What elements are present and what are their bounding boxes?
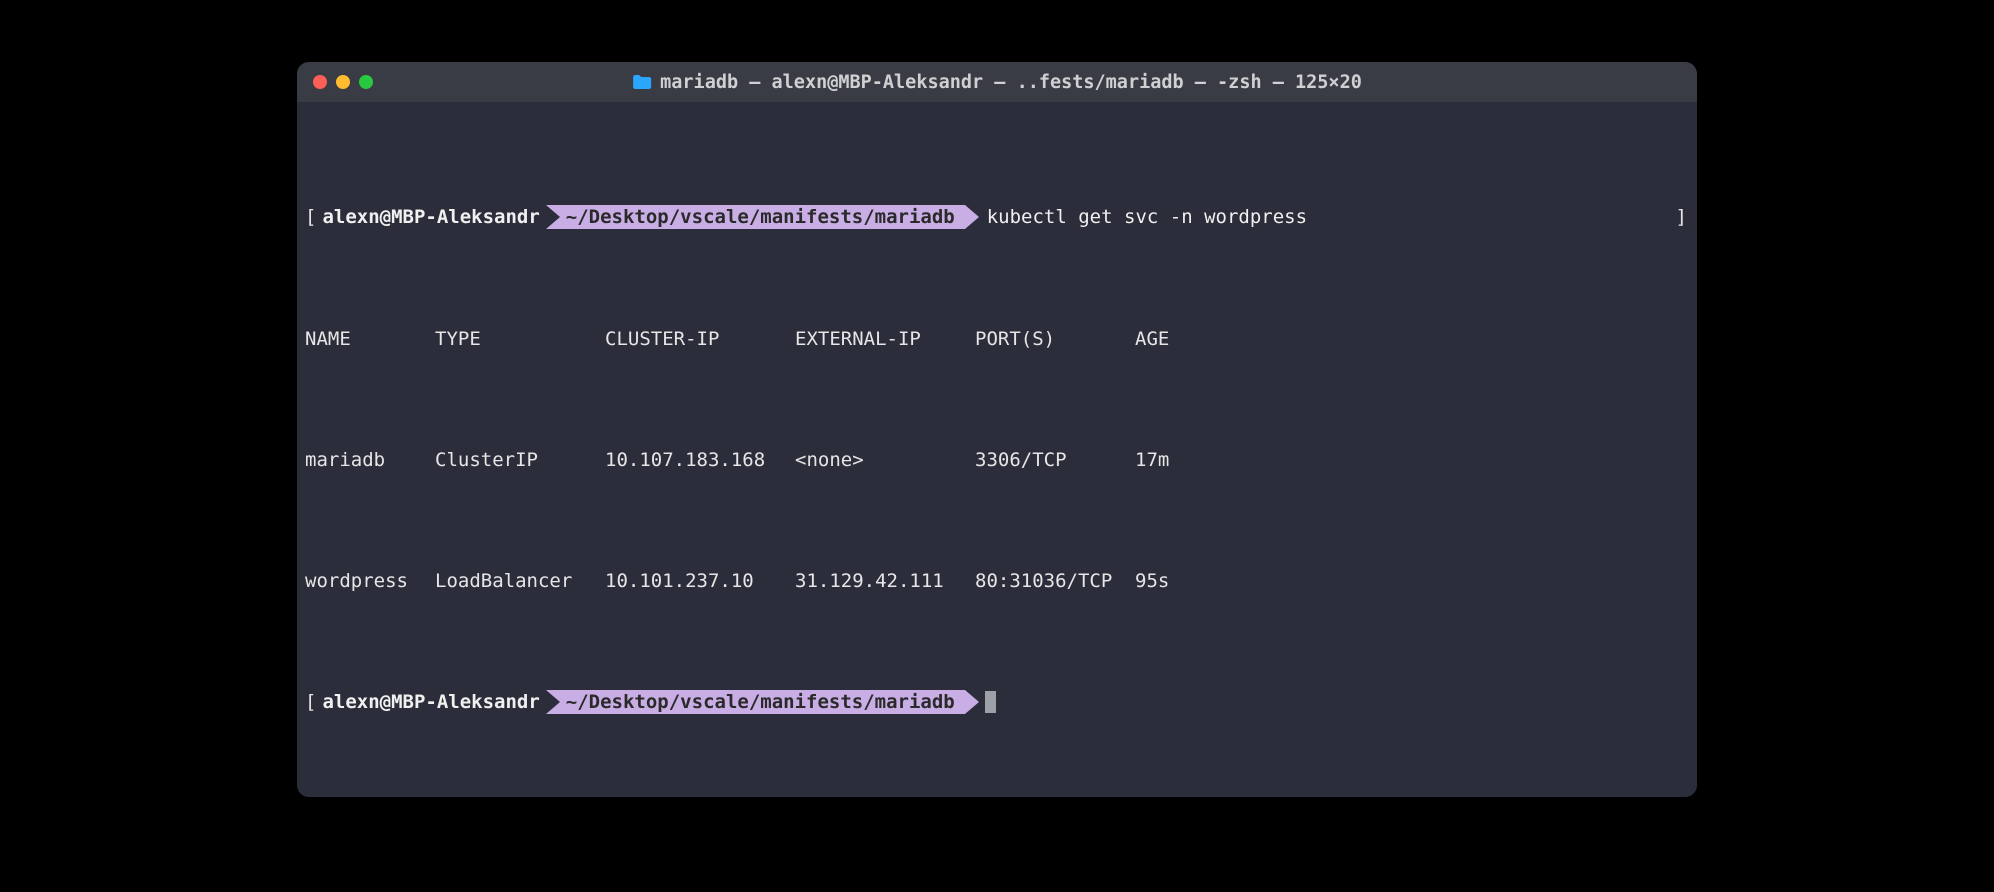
folder-icon	[632, 74, 652, 90]
col-header-ports: PORT(S)	[975, 327, 1135, 351]
prompt-path: ~/Desktop/vscale/manifests/mariadb	[546, 690, 965, 714]
table-row: mariadb ClusterIP 10.107.183.168 <none> …	[301, 448, 1693, 472]
cell-name: mariadb	[305, 448, 435, 472]
col-header-type: TYPE	[435, 327, 605, 351]
window-title: mariadb — alexn@MBP-Aleksandr — ..fests/…	[632, 72, 1362, 93]
cell-age: 17m	[1135, 448, 1215, 472]
prompt-bracket-open: [	[301, 205, 318, 229]
cursor[interactable]	[985, 691, 996, 713]
cell-cluster-ip: 10.107.183.168	[605, 448, 795, 472]
prompt-bracket-open: [	[301, 690, 318, 714]
prompt-userhost: alexn@MBP-Aleksandr	[318, 690, 545, 714]
close-button[interactable]	[313, 75, 327, 89]
cell-ports: 3306/TCP	[975, 448, 1135, 472]
cell-cluster-ip: 10.101.237.10	[605, 569, 795, 593]
cell-type: LoadBalancer	[435, 569, 605, 593]
table-row: wordpress LoadBalancer 10.101.237.10 31.…	[301, 569, 1693, 593]
prompt-line: [ alexn@MBP-Aleksandr ~/Desktop/vscale/m…	[301, 205, 1693, 229]
col-header-cluster-ip: CLUSTER-IP	[605, 327, 795, 351]
terminal-window: mariadb — alexn@MBP-Aleksandr — ..fests/…	[297, 62, 1697, 797]
cell-name: wordpress	[305, 569, 435, 593]
prompt-bracket-close: ]	[1676, 205, 1693, 229]
prompt-path: ~/Desktop/vscale/manifests/mariadb	[546, 205, 965, 229]
command-text: kubectl get svc -n wordpress	[979, 205, 1307, 229]
cell-external-ip: 31.129.42.111	[795, 569, 975, 593]
traffic-lights	[297, 75, 373, 89]
titlebar[interactable]: mariadb — alexn@MBP-Aleksandr — ..fests/…	[297, 62, 1697, 102]
zoom-button[interactable]	[359, 75, 373, 89]
prompt-separator-icon	[965, 690, 979, 714]
prompt-line: [ alexn@MBP-Aleksandr ~/Desktop/vscale/m…	[301, 690, 1693, 714]
prompt-separator-icon	[965, 205, 979, 229]
col-header-age: AGE	[1135, 327, 1215, 351]
prompt-separator-icon	[546, 690, 560, 714]
cell-age: 95s	[1135, 569, 1215, 593]
window-title-text: mariadb — alexn@MBP-Aleksandr — ..fests/…	[660, 72, 1362, 93]
prompt-separator-icon	[546, 205, 560, 229]
cell-external-ip: <none>	[795, 448, 975, 472]
col-header-external-ip: EXTERNAL-IP	[795, 327, 975, 351]
col-header-name: NAME	[305, 327, 435, 351]
minimize-button[interactable]	[336, 75, 350, 89]
terminal-body[interactable]: [ alexn@MBP-Aleksandr ~/Desktop/vscale/m…	[297, 102, 1697, 797]
table-header-row: NAME TYPE CLUSTER-IP EXTERNAL-IP PORT(S)…	[301, 327, 1693, 351]
prompt-userhost: alexn@MBP-Aleksandr	[318, 205, 545, 229]
cell-type: ClusterIP	[435, 448, 605, 472]
cell-ports: 80:31036/TCP	[975, 569, 1135, 593]
